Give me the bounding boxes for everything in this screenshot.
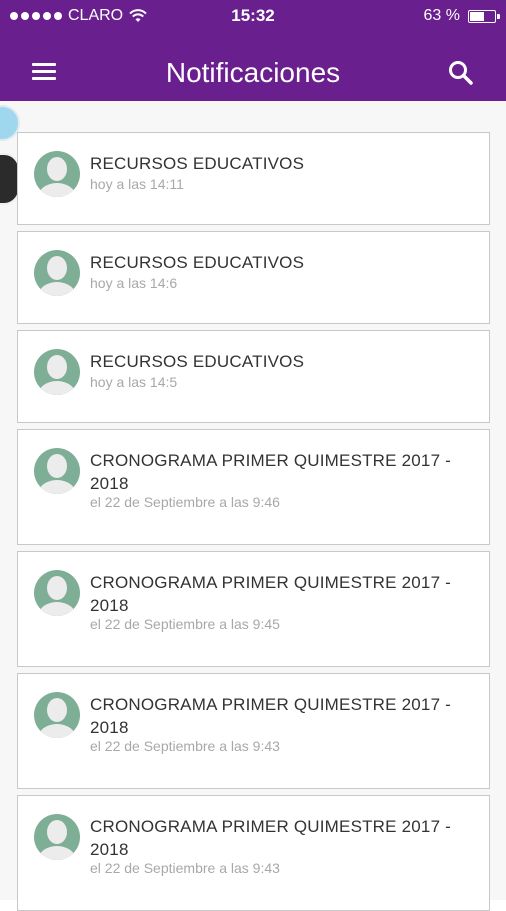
- notification-card[interactable]: CRONOGRAMA PRIMER QUIMESTRE 2017 - 2018 e…: [17, 673, 490, 789]
- notification-card[interactable]: RECURSOS EDUCATIVOS hoy a las 14:5: [17, 330, 490, 423]
- user-avatar-icon: [34, 349, 80, 395]
- notification-time: hoy a las 14:5: [90, 374, 178, 390]
- user-avatar-icon: [34, 151, 80, 197]
- notification-time: el 22 de Septiembre a las 9:43: [90, 860, 280, 876]
- notification-card[interactable]: CRONOGRAMA PRIMER QUIMESTRE 2017 - 2018 e…: [17, 795, 490, 911]
- notification-title: RECURSOS EDUCATIVOS: [90, 154, 305, 173]
- notification-title: CRONOGRAMA PRIMER QUIMESTRE 2017 - 2018: [90, 817, 452, 859]
- user-avatar-icon: [34, 692, 80, 738]
- status-right: 63 %: [423, 7, 500, 25]
- notification-title: CRONOGRAMA PRIMER QUIMESTRE 2017 - 2018: [90, 695, 452, 737]
- toolbar: Notificaciones: [0, 44, 506, 100]
- notification-title: CRONOGRAMA PRIMER QUIMESTRE 2017 - 2018: [90, 573, 452, 615]
- notification-card[interactable]: CRONOGRAMA PRIMER QUIMESTRE 2017 - 2018 e…: [17, 429, 490, 545]
- search-icon: [449, 61, 473, 85]
- user-avatar-icon: [34, 250, 80, 296]
- user-avatar-icon: [34, 448, 80, 494]
- notification-title: CRONOGRAMA PRIMER QUIMESTRE 2017 - 2018: [90, 451, 452, 493]
- battery-icon: [468, 9, 500, 23]
- notification-title: RECURSOS EDUCATIVOS: [90, 352, 305, 371]
- notification-time: hoy a las 14:6: [90, 275, 178, 291]
- notification-card[interactable]: RECURSOS EDUCATIVOS hoy a las 14:11: [17, 132, 490, 225]
- user-avatar-icon: [34, 814, 80, 860]
- notification-time: el 22 de Septiembre a las 9:45: [90, 616, 280, 632]
- notification-title: RECURSOS EDUCATIVOS: [90, 253, 305, 272]
- notification-card[interactable]: RECURSOS EDUCATIVOS hoy a las 14:6: [17, 231, 490, 324]
- notification-card[interactable]: CRONOGRAMA PRIMER QUIMESTRE 2017 - 2018 e…: [17, 551, 490, 667]
- battery-percent: 63 %: [423, 7, 460, 24]
- page-title: Notificaciones: [165, 57, 341, 88]
- notification-time: el 22 de Septiembre a las 9:43: [90, 738, 280, 754]
- notification-time: hoy a las 14:11: [90, 176, 184, 192]
- app-header: CLARO 15:32 63 % Notificaciones: [0, 0, 506, 101]
- notification-time: el 22 de Septiembre a las 9:46: [90, 494, 280, 510]
- search-button[interactable]: [446, 58, 476, 88]
- user-avatar-icon: [34, 570, 80, 616]
- status-bar: CLARO 15:32 63 %: [0, 0, 506, 34]
- notifications-list[interactable]: RECURSOS EDUCATIVOS hoy a las 14:11 RECURS…: [0, 101, 506, 911]
